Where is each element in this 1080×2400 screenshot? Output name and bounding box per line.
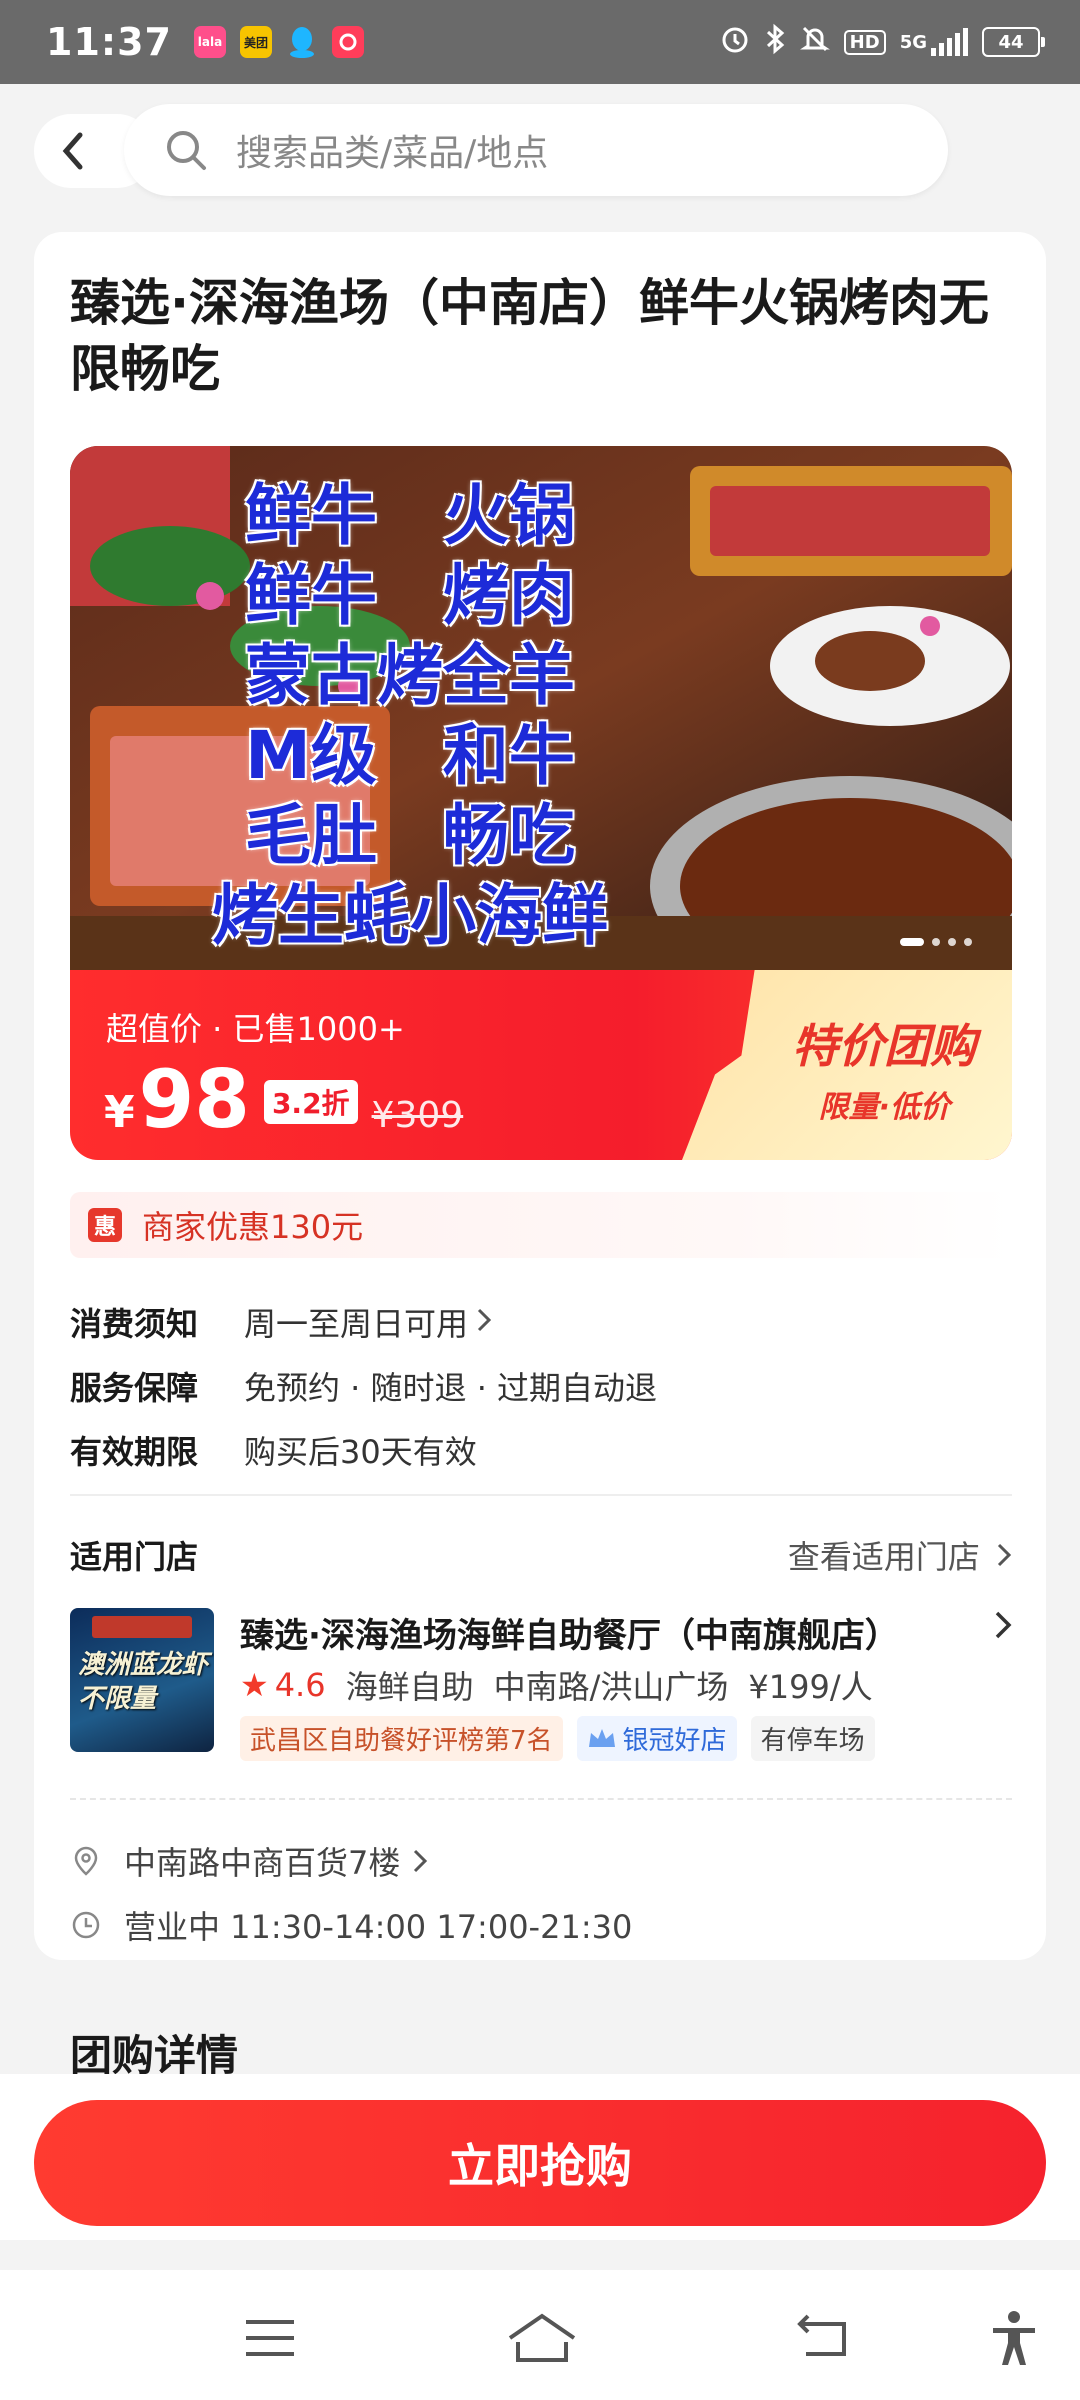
silver-crown-label: 银冠好店	[622, 1726, 727, 1756]
store-hours: 营业中 11:30-14:00 17:00-21:30	[124, 1908, 633, 1946]
lala-app-icon: lala	[193, 26, 226, 58]
divider	[70, 1494, 1012, 1496]
chevron-right-icon	[414, 1849, 428, 1873]
home-icon	[508, 2313, 576, 2362]
view-stores-link[interactable]: 查看适用门店	[788, 1532, 1012, 1578]
deal-card: 臻选·深海渔场（中南店）鲜牛火锅烤肉无限畅吃 鲜牛 火锅 鲜牛 烤肉 蒙古烤全羊…	[34, 232, 1046, 1960]
hero-overlay-text: 鲜牛 火锅 鲜牛 烤肉 蒙古烤全羊 M级 和牛 毛肚 畅吃 烤生蚝小海鲜	[70, 476, 750, 956]
parking-tag: 有停车场	[750, 1716, 875, 1761]
signal-icon	[931, 28, 968, 56]
discount-badge: 3.2折	[263, 1080, 358, 1124]
hd-badge: HD	[843, 29, 886, 55]
deal-title: 臻选·深海渔场（中南店）鲜牛火锅烤肉无限畅吃	[70, 274, 989, 398]
stores-title: 适用门店	[70, 1538, 199, 1576]
accessibility-button[interactable]	[984, 2310, 1044, 2366]
hero-line: M级 和牛	[245, 717, 575, 794]
silver-crown-tag: 银冠好店	[576, 1716, 737, 1761]
hero-line: 毛肚 畅吃	[245, 797, 575, 874]
store-category: 海鲜自助	[345, 1668, 474, 1706]
status-time: 11:37	[46, 20, 172, 64]
back-nav-button[interactable]	[794, 2310, 854, 2366]
hero-line: 烤生蚝小海鲜	[212, 877, 608, 954]
deal-image-carousel[interactable]: 鲜牛 火锅 鲜牛 烤肉 蒙古烤全羊 M级 和牛 毛肚 畅吃 烤生蚝小海鲜	[70, 446, 1012, 970]
home-nav-button[interactable]	[504, 2310, 580, 2366]
chevron-right-icon	[994, 1608, 1012, 1649]
search-input[interactable]: 搜索品类/菜品/地点	[124, 104, 948, 196]
network-5g-label: 5G	[899, 31, 927, 53]
qq-app-icon	[286, 26, 318, 58]
star-icon: ★	[240, 1666, 269, 1704]
deal-info: 消费须知 周一至周日可用 服务保障 免预约 · 随时退 · 过期自动退 有效期限…	[70, 1290, 1012, 1482]
chevron-right-icon	[476, 1303, 492, 1341]
meituan-app-icon: 美团	[239, 26, 272, 58]
currency-symbol: ¥	[104, 1087, 135, 1138]
search-icon	[167, 131, 206, 170]
info-value: 周一至周日可用	[244, 1305, 469, 1343]
store-card[interactable]: 澳洲蓝龙虾 不限量 臻选·深海渔场海鲜自助餐厅（中南旗舰店） ★ 4.6 海鲜自助…	[70, 1608, 1012, 1761]
store-name: 臻选·深海渔场海鲜自助餐厅（中南旗舰店）	[240, 1616, 899, 1656]
clock-icon	[72, 1911, 100, 1939]
store-hours-row: 营业中 11:30-14:00 17:00-21:30	[70, 1902, 632, 1948]
hero-line: 蒙古烤全羊	[245, 637, 575, 714]
info-row-guarantee: 服务保障 免预约 · 随时退 · 过期自动退	[70, 1354, 1012, 1418]
ranking-tag: 武昌区自助餐好评榜第7名	[240, 1716, 563, 1761]
info-value: 购买后30天有效	[244, 1433, 477, 1471]
store-tags: 武昌区自助餐好评榜第7名 银冠好店 有停车场	[240, 1716, 875, 1761]
crown-icon	[588, 1728, 615, 1747]
info-value: 免预约 · 随时退 · 过期自动退	[244, 1369, 658, 1407]
store-address: 中南路中商百货7楼	[124, 1844, 401, 1882]
info-label: 有效期限	[70, 1433, 199, 1471]
store-address-row[interactable]: 中南路中商百货7楼	[70, 1838, 428, 1884]
carousel-indicator	[900, 938, 972, 946]
store-rating: 4.6	[274, 1666, 326, 1704]
menu-icon	[246, 2320, 294, 2356]
store-meta: ★ 4.6 海鲜自助 中南路/洪山广场 ¥199/人	[240, 1662, 873, 1708]
info-label: 消费须知	[70, 1305, 199, 1343]
hero-line: 鲜牛 火锅	[245, 477, 575, 554]
info-row-usage[interactable]: 消费须知 周一至周日可用	[70, 1290, 1012, 1354]
mute-icon	[799, 24, 830, 61]
chevron-right-icon	[997, 1543, 1012, 1567]
status-bar: 11:37 lala 美团 HD 5G 44	[0, 0, 1080, 84]
merchant-promo[interactable]: 惠 商家优惠130元	[70, 1192, 1012, 1258]
dashed-divider	[70, 1798, 1012, 1800]
price-row: ¥ 98 3.2折 ¥309	[104, 1060, 463, 1140]
discount-icon: 惠	[88, 1208, 122, 1242]
system-nav-bar	[0, 2270, 1080, 2400]
buy-now-button[interactable]: 立即抢购	[34, 2100, 1046, 2226]
back-icon	[797, 2314, 846, 2356]
stores-header: 适用门店 查看适用门店	[70, 1532, 1012, 1578]
info-row-validity: 有效期限 购买后30天有效	[70, 1418, 1012, 1482]
location-pin-icon	[74, 1846, 98, 1876]
menu-nav-button[interactable]	[240, 2310, 300, 2366]
store-thumbnail: 澳洲蓝龙虾 不限量	[70, 1608, 214, 1752]
original-price: ¥309	[371, 1095, 464, 1136]
info-label: 服务保障	[70, 1369, 199, 1407]
search-row: 搜索品类/菜品/地点	[34, 104, 948, 196]
bottom-action-bar: 立即抢购	[0, 2074, 1080, 2240]
system-status: HD 5G 44	[720, 23, 1045, 62]
notification-icons: lala 美团	[193, 26, 364, 58]
deal-price: 98	[138, 1053, 250, 1146]
alarm-icon	[720, 24, 750, 61]
camera-app-icon	[331, 26, 364, 58]
search-placeholder: 搜索品类/菜品/地点	[236, 133, 549, 174]
bluetooth-icon	[764, 23, 786, 62]
view-stores-label: 查看适用门店	[787, 1538, 980, 1576]
promo-text: 商家优惠130元	[142, 1208, 364, 1246]
battery-icon: 44	[982, 27, 1045, 57]
deal-label: 特价团购	[792, 1019, 976, 1073]
hero-line: 鲜牛 烤肉	[245, 557, 575, 634]
chevron-left-icon	[62, 132, 83, 170]
price-tag-line: 超值价 · 已售1000+	[106, 1010, 405, 1048]
store-area: 中南路/洪山广场	[493, 1668, 729, 1706]
thumbnail-text: 澳洲蓝龙虾 不限量	[78, 1650, 209, 1714]
price-banner: 超值价 · 已售1000+ ¥ 98 3.2折 ¥309 特价团购 限量·低价	[70, 970, 1012, 1160]
deal-sub-label: 限量·低价	[818, 1090, 950, 1125]
store-price-per: ¥199/人	[748, 1668, 873, 1706]
accessibility-icon	[993, 2311, 1035, 2365]
